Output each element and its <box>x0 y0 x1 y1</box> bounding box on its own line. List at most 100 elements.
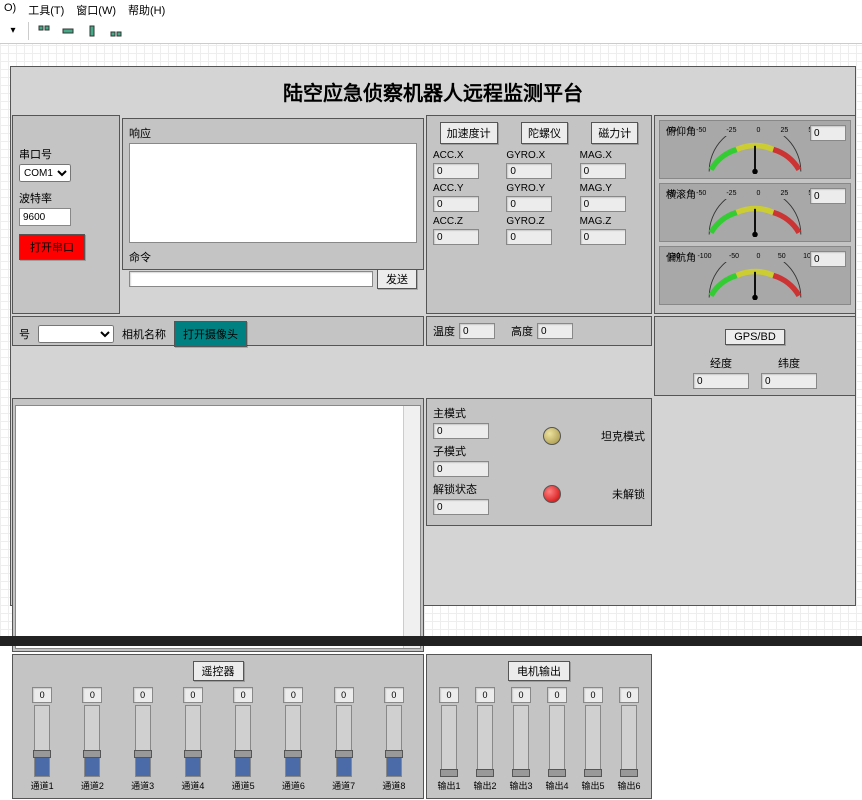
gauges-container: 俯仰角 -90-50-250255090 横滚角 -90-50-25025509… <box>659 120 851 305</box>
sub-mode-label: 子模式 <box>433 443 535 459</box>
sensor-mag-z: MAG.Z <box>580 216 645 245</box>
tank-mode-label: 坦克模式 <box>601 428 645 444</box>
cam-name-label: 相机名称 <box>122 326 166 342</box>
sensor-acc-z: ACC.Z <box>433 216 498 245</box>
locked-label: 未解锁 <box>612 486 645 502</box>
motor-output-5: 输出5 <box>581 687 605 792</box>
gauge-value-1 <box>810 188 846 204</box>
rc-slider-5[interactable] <box>235 705 251 777</box>
rc-channel-1: 通道1 <box>30 687 54 792</box>
rc-sliders: 通道1通道2通道3通道4通道5通道6通道7通道8 <box>19 687 417 792</box>
rc-slider-7[interactable] <box>336 705 352 777</box>
align-icon-1[interactable] <box>35 22 53 40</box>
rc-channel-7: 通道7 <box>332 687 356 792</box>
motor-slider-6[interactable] <box>621 705 637 777</box>
rc-title-button[interactable]: 遥控器 <box>193 661 244 681</box>
gauge-value-2 <box>810 251 846 267</box>
rc-slider-2[interactable] <box>84 705 100 777</box>
gyro-button[interactable]: 陀螺仪 <box>521 122 568 144</box>
motor-panel: 电机输出 输出1输出2输出3输出4输出5输出6 <box>426 654 652 799</box>
rc-slider-4[interactable] <box>185 705 201 777</box>
motor-output-3: 输出3 <box>509 687 533 792</box>
rc-slider-1[interactable] <box>34 705 50 777</box>
open-serial-button[interactable]: 打开串口 <box>19 234 85 260</box>
sensor-gyro-z: GYRO.Z <box>506 216 571 245</box>
gps-button[interactable]: GPS/BD <box>725 329 785 345</box>
motor-sliders: 输出1输出2输出3输出4输出5输出6 <box>433 687 645 792</box>
rc-channel-5: 通道5 <box>231 687 255 792</box>
mode-panel: 主模式 子模式 解锁状态 坦克模式 未解锁 <box>426 398 652 526</box>
motor-title-button[interactable]: 电机输出 <box>508 661 570 681</box>
toolbar: ▾ <box>0 18 862 44</box>
lock-led-icon <box>543 485 561 503</box>
rc-channel-8: 通道8 <box>382 687 406 792</box>
sensor-mag-x: MAG.X <box>580 150 645 179</box>
sensor-grid: ACC.XGYRO.XMAG.XACC.YGYRO.YMAG.YACC.ZGYR… <box>433 150 645 245</box>
taskbar <box>0 636 862 646</box>
motor-slider-2[interactable] <box>477 705 493 777</box>
motor-output-4: 输出4 <box>545 687 569 792</box>
main-mode-label: 主模式 <box>433 405 535 421</box>
comm-panel: 响应 命令 发送 <box>122 118 424 270</box>
camera-view <box>15 405 421 649</box>
serial-panel: 串口号 COM1 波特率 打开串口 <box>12 115 120 314</box>
env-panel: 温度 高度 <box>426 316 652 346</box>
rc-channel-2: 通道2 <box>80 687 104 792</box>
camera-panel: 号 相机名称 打开摄像头 <box>12 316 424 346</box>
cam-dev-label: 号 <box>19 326 30 342</box>
toolbar-dropdown-icon[interactable]: ▾ <box>4 22 22 40</box>
menu-help[interactable]: 帮助(H) <box>128 2 165 16</box>
command-label: 命令 <box>129 249 417 265</box>
camera-view-panel <box>12 398 424 652</box>
alt-field <box>537 323 573 339</box>
design-canvas: 陆空应急侦察机器人远程监测平台 串口号 COM1 波特率 打开串口 响应 <box>0 44 862 646</box>
sensor-panel: 加速度计 陀螺仪 磁力计 ACC.X GYRO.X MAG.X ACC.Y GYRO.Y… <box>426 115 652 314</box>
sub-mode-field <box>433 461 489 477</box>
port-select[interactable]: COM1 <box>19 164 71 182</box>
baud-input[interactable] <box>19 208 71 226</box>
alt-label: 高度 <box>511 323 533 339</box>
rc-slider-8[interactable] <box>386 705 402 777</box>
temp-label: 温度 <box>433 323 455 339</box>
lon-label: 经度 <box>693 355 749 371</box>
sensor-acc-x: ACC.X <box>433 150 498 179</box>
rc-slider-3[interactable] <box>135 705 151 777</box>
unlock-label: 解锁状态 <box>433 481 535 497</box>
motor-slider-5[interactable] <box>585 705 601 777</box>
attitude-panel: 俯仰角 -90-50-250255090 横滚角 -90-50-25025509… <box>654 115 856 314</box>
sensor-gyro-x: GYRO.X <box>506 150 571 179</box>
align-icon-2[interactable] <box>59 22 77 40</box>
temp-field <box>459 323 495 339</box>
send-button[interactable]: 发送 <box>377 269 417 289</box>
response-label: 响应 <box>129 125 417 141</box>
sensor-acc-y: ACC.Y <box>433 183 498 212</box>
command-input[interactable] <box>129 271 373 287</box>
gauge-1: 横滚角 -90-50-250255090 <box>659 183 851 242</box>
menu-window[interactable]: 窗口(W) <box>76 2 116 16</box>
response-textbox[interactable] <box>129 143 417 243</box>
motor-output-1: 输出1 <box>437 687 461 792</box>
menu-o[interactable]: O) <box>4 2 16 16</box>
port-label: 串口号 <box>19 146 71 162</box>
menu-tools[interactable]: 工具(T) <box>28 2 64 16</box>
motor-slider-1[interactable] <box>441 705 457 777</box>
main-mode-field <box>433 423 489 439</box>
form-title: 陆空应急侦察机器人远程监测平台 <box>11 67 855 114</box>
align-icon-3[interactable] <box>83 22 101 40</box>
baud-label: 波特率 <box>19 190 71 206</box>
sensor-gyro-y: GYRO.Y <box>506 183 571 212</box>
mag-button[interactable]: 磁力计 <box>591 122 638 144</box>
tank-led-icon <box>543 427 561 445</box>
gps-panel: GPS/BD 经度 纬度 <box>654 316 856 396</box>
main-form: 陆空应急侦察机器人远程监测平台 串口号 COM1 波特率 打开串口 响应 <box>10 66 856 606</box>
open-camera-button[interactable]: 打开摄像头 <box>174 321 247 347</box>
menubar: O) 工具(T) 窗口(W) 帮助(H) <box>0 0 862 18</box>
rc-slider-6[interactable] <box>285 705 301 777</box>
camera-select[interactable] <box>38 325 114 343</box>
motor-output-6: 输出6 <box>617 687 641 792</box>
motor-slider-3[interactable] <box>513 705 529 777</box>
gauge-0: 俯仰角 -90-50-250255090 <box>659 120 851 179</box>
align-icon-4[interactable] <box>107 22 125 40</box>
motor-slider-4[interactable] <box>549 705 565 777</box>
acc-button[interactable]: 加速度计 <box>440 122 498 144</box>
